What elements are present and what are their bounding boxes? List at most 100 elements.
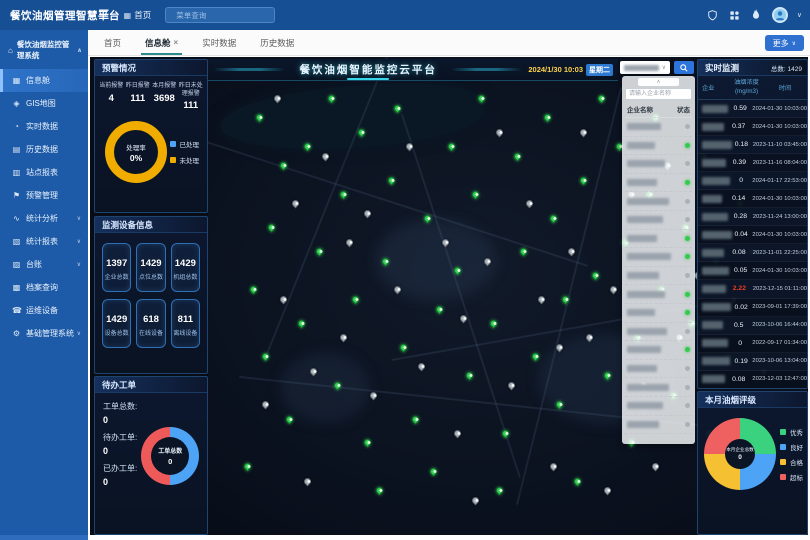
map-marker-offline-icon[interactable]: [369, 390, 379, 400]
map-marker-offline-icon[interactable]: [471, 495, 481, 505]
sidebar-item[interactable]: ⚑ 预警管理: [0, 184, 88, 207]
map-marker-online-icon[interactable]: [429, 467, 439, 477]
map-marker-offline-icon[interactable]: [567, 247, 577, 257]
company-list-item[interactable]: [625, 397, 692, 416]
map-marker-online-icon[interactable]: [543, 113, 553, 123]
map-marker-offline-icon[interactable]: [453, 428, 463, 438]
map-marker-offline-icon[interactable]: [363, 209, 373, 219]
realtime-row[interactable]: 0.08 2023-11-01 22:25:00: [698, 244, 807, 262]
map-marker-online-icon[interactable]: [471, 189, 481, 199]
realtime-row[interactable]: 0.59 2024-01-30 10:03:00: [698, 100, 807, 118]
map-marker-online-icon[interactable]: [357, 127, 367, 137]
sidebar-item[interactable]: ▧ 统计报表 ∨: [0, 230, 88, 253]
page-tab[interactable]: 信息舱 ×: [133, 30, 190, 55]
realtime-row[interactable]: 0.14 2024-01-30 10:03:00: [698, 190, 807, 208]
map-marker-offline-icon[interactable]: [579, 127, 589, 137]
realtime-row[interactable]: 0.02 2023-09-01 17:39:00: [698, 299, 807, 317]
menu-toggle-icon[interactable]: ☰: [98, 7, 110, 23]
sidebar-item[interactable]: ▥ 站点报表: [0, 161, 88, 184]
map-marker-online-icon[interactable]: [387, 175, 397, 185]
map-marker-offline-icon[interactable]: [483, 256, 493, 266]
company-list-item[interactable]: [625, 174, 692, 193]
map-marker-offline-icon[interactable]: [279, 295, 289, 305]
map-marker-online-icon[interactable]: [285, 414, 295, 424]
company-list-item[interactable]: [625, 137, 692, 156]
realtime-row[interactable]: 0.19 2023-10-06 13:04:00: [698, 353, 807, 371]
realtime-row[interactable]: 0.37 2024-01-30 10:03:00: [698, 118, 807, 136]
map-marker-online-icon[interactable]: [561, 295, 571, 305]
sidebar-item[interactable]: ⚙ 基础管理系统 ∨: [0, 322, 88, 345]
company-list-item[interactable]: [625, 378, 692, 397]
page-tab[interactable]: 实时数据: [190, 30, 248, 55]
map-marker-online-icon[interactable]: [303, 142, 313, 152]
more-button[interactable]: 更多 ∨: [765, 35, 804, 51]
map-marker-online-icon[interactable]: [603, 371, 613, 381]
map-marker-online-icon[interactable]: [243, 462, 253, 472]
map-marker-offline-icon[interactable]: [339, 333, 349, 343]
map-marker-online-icon[interactable]: [423, 213, 433, 223]
tab-close-icon[interactable]: ×: [174, 38, 179, 47]
map-marker-online-icon[interactable]: [513, 151, 523, 161]
map-marker-online-icon[interactable]: [363, 438, 373, 448]
map-marker-offline-icon[interactable]: [393, 285, 403, 295]
map-marker-offline-icon[interactable]: [417, 361, 427, 371]
sidebar-item[interactable]: ▩ 档案查询: [0, 276, 88, 299]
map-marker-online-icon[interactable]: [573, 476, 583, 486]
sidebar-system-header[interactable]: ⌂ 餐饮油烟监控管理系统 ∧: [0, 30, 88, 69]
company-list-item[interactable]: [625, 211, 692, 230]
company-list-item[interactable]: [625, 248, 692, 267]
map-marker-offline-icon[interactable]: [603, 486, 613, 496]
home-breadcrumb[interactable]: ▦ 首页: [124, 9, 152, 21]
company-list-item[interactable]: [625, 230, 692, 249]
company-list-item[interactable]: [625, 155, 692, 174]
map-marker-online-icon[interactable]: [489, 318, 499, 328]
map-marker-online-icon[interactable]: [339, 189, 349, 199]
map-marker-online-icon[interactable]: [477, 94, 487, 104]
company-list-item[interactable]: [625, 267, 692, 286]
company-name-input[interactable]: [625, 88, 692, 100]
map-marker-online-icon[interactable]: [597, 94, 607, 104]
sidebar-scrollbar[interactable]: [0, 535, 88, 540]
company-search-button[interactable]: [674, 61, 694, 74]
map-marker-online-icon[interactable]: [297, 318, 307, 328]
map-marker-online-icon[interactable]: [411, 414, 421, 424]
company-list-item[interactable]: [625, 118, 692, 137]
map-marker-online-icon[interactable]: [555, 400, 565, 410]
user-avatar[interactable]: [772, 7, 788, 23]
map-marker-online-icon[interactable]: [261, 352, 271, 362]
map-marker-online-icon[interactable]: [465, 371, 475, 381]
flame-icon[interactable]: [750, 9, 763, 22]
realtime-row[interactable]: 0.28 2023-11-24 13:00:00: [698, 208, 807, 226]
sidebar-item[interactable]: ▨ 台账 ∨: [0, 253, 88, 276]
map-marker-online-icon[interactable]: [591, 271, 601, 281]
collapse-arrow-icon[interactable]: ∧: [638, 78, 680, 86]
map-marker-online-icon[interactable]: [399, 342, 409, 352]
apps-icon[interactable]: [728, 9, 741, 22]
map-marker-offline-icon[interactable]: [291, 199, 301, 209]
map-marker-offline-icon[interactable]: [273, 94, 283, 104]
map-marker-offline-icon[interactable]: [309, 366, 319, 376]
realtime-row[interactable]: 2.22 2023-12-15 01:11:00: [698, 280, 807, 298]
map-marker-online-icon[interactable]: [549, 213, 559, 223]
map-marker-online-icon[interactable]: [255, 113, 265, 123]
company-select[interactable]: ∨: [620, 61, 670, 74]
map-marker-online-icon[interactable]: [531, 352, 541, 362]
realtime-row[interactable]: 0.5 2023-10-06 16:44:00: [698, 317, 807, 335]
map-marker-offline-icon[interactable]: [537, 295, 547, 305]
map-marker-online-icon[interactable]: [267, 223, 277, 233]
page-tab[interactable]: 历史数据: [248, 30, 306, 55]
realtime-row[interactable]: 0.04 2024-01-30 10:03:00: [698, 226, 807, 244]
map-marker-offline-icon[interactable]: [507, 381, 517, 391]
map-marker-offline-icon[interactable]: [555, 342, 565, 352]
company-list-item[interactable]: [625, 323, 692, 342]
map-marker-online-icon[interactable]: [579, 175, 589, 185]
map-marker-offline-icon[interactable]: [525, 199, 535, 209]
sidebar-item[interactable]: ☎ 运维设备: [0, 299, 88, 322]
map-marker-offline-icon[interactable]: [345, 237, 355, 247]
company-list-item[interactable]: [625, 360, 692, 379]
map-marker-offline-icon[interactable]: [585, 333, 595, 343]
map-marker-online-icon[interactable]: [315, 247, 325, 257]
map-marker-online-icon[interactable]: [333, 381, 343, 391]
realtime-row[interactable]: 0.39 2023-11-16 08:04:00: [698, 154, 807, 172]
sidebar-item[interactable]: ◈ GIS地图: [0, 92, 88, 115]
